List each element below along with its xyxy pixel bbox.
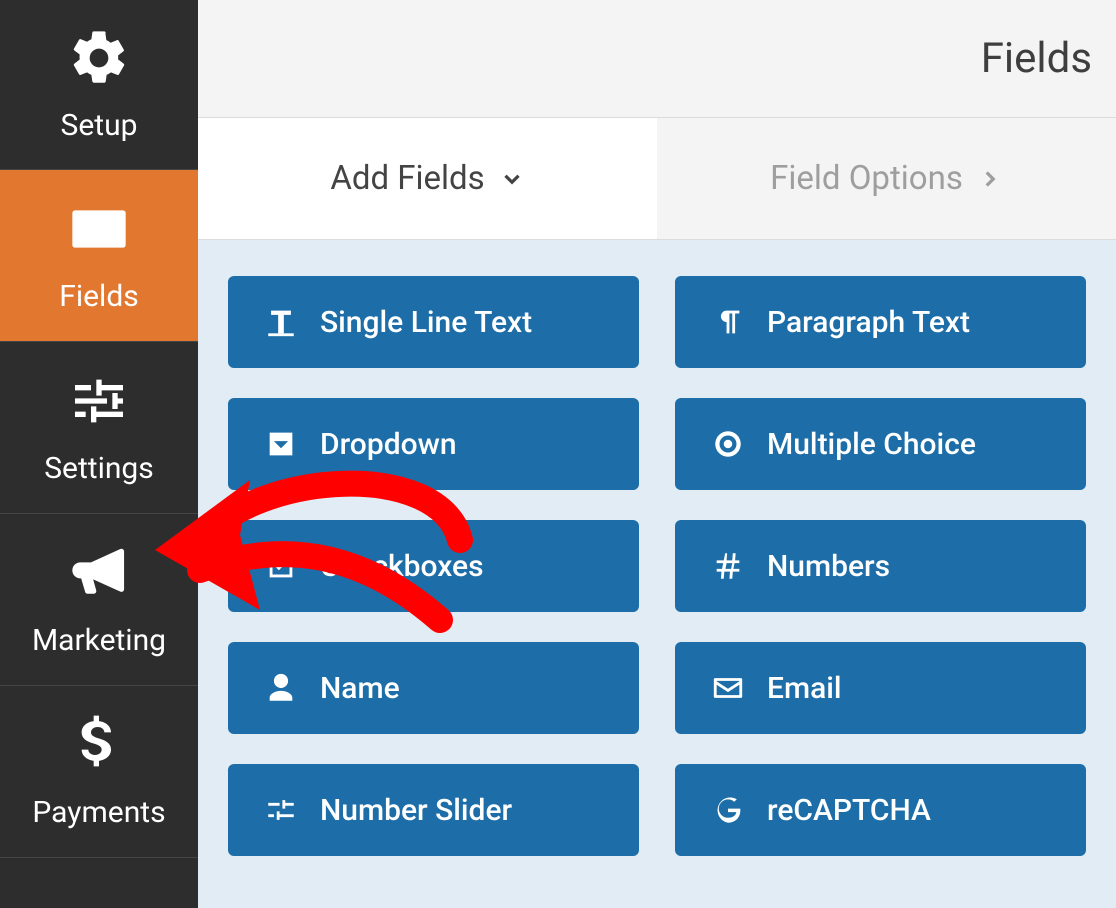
field-label: Paragraph Text bbox=[767, 305, 970, 340]
list-icon bbox=[67, 197, 131, 261]
sidebar-item-label: Setup bbox=[61, 108, 138, 143]
page-title: Fields bbox=[981, 34, 1092, 83]
sidebar-item-payments[interactable]: Payments bbox=[0, 686, 198, 858]
chevron-down-icon bbox=[499, 166, 525, 192]
field-label: Checkboxes bbox=[320, 549, 484, 584]
main-panel: Fields Add Fields Field Options Single L… bbox=[198, 0, 1116, 908]
field-label: Numbers bbox=[767, 549, 890, 584]
envelope-icon bbox=[711, 671, 745, 705]
tabs: Add Fields Field Options bbox=[198, 118, 1116, 240]
user-icon bbox=[264, 671, 298, 705]
field-email[interactable]: Email bbox=[675, 642, 1086, 734]
sidebar-item-label: Fields bbox=[59, 279, 138, 314]
chevron-right-icon bbox=[977, 166, 1003, 192]
caret-square-down-icon bbox=[264, 427, 298, 461]
tab-label: Field Options bbox=[770, 159, 963, 198]
field-dropdown[interactable]: Dropdown bbox=[228, 398, 639, 490]
field-single-line-text[interactable]: Single Line Text bbox=[228, 276, 639, 368]
field-checkboxes[interactable]: Checkboxes bbox=[228, 520, 639, 612]
text-input-icon bbox=[264, 305, 298, 339]
paragraph-icon bbox=[711, 305, 745, 339]
check-square-icon bbox=[264, 549, 298, 583]
sidebar-item-settings[interactable]: Settings bbox=[0, 342, 198, 514]
field-label: Single Line Text bbox=[320, 305, 532, 340]
field-label: Dropdown bbox=[320, 427, 457, 462]
sidebar-item-setup[interactable]: Setup bbox=[0, 0, 198, 170]
field-recaptcha[interactable]: reCAPTCHA bbox=[675, 764, 1086, 856]
sidebar-item-marketing[interactable]: Marketing bbox=[0, 514, 198, 686]
field-label: Multiple Choice bbox=[767, 427, 976, 462]
gear-icon bbox=[67, 26, 131, 90]
dollar-icon bbox=[67, 713, 131, 777]
sidebar-item-fields[interactable]: Fields bbox=[0, 170, 198, 342]
sidebar-item-label: Marketing bbox=[32, 623, 166, 658]
field-label: Name bbox=[320, 671, 400, 706]
field-label: Email bbox=[767, 671, 842, 706]
field-paragraph-text[interactable]: Paragraph Text bbox=[675, 276, 1086, 368]
field-number-slider[interactable]: Number Slider bbox=[228, 764, 639, 856]
tab-label: Add Fields bbox=[330, 159, 484, 198]
tab-add-fields[interactable]: Add Fields bbox=[198, 118, 657, 239]
panel-header: Fields bbox=[198, 0, 1116, 118]
field-name[interactable]: Name bbox=[228, 642, 639, 734]
fields-area: Single Line Text Paragraph Text Dropdown… bbox=[198, 240, 1116, 908]
field-label: Number Slider bbox=[320, 793, 512, 828]
field-label: reCAPTCHA bbox=[767, 793, 931, 828]
sidebar: Setup Fields Settings Marketing Payments bbox=[0, 0, 198, 908]
google-g-icon bbox=[711, 793, 745, 827]
sliders-horizontal-icon bbox=[264, 793, 298, 827]
bullhorn-icon bbox=[67, 541, 131, 605]
sidebar-item-label: Settings bbox=[44, 451, 154, 486]
sidebar-item-label: Payments bbox=[32, 795, 165, 830]
radio-icon bbox=[711, 427, 745, 461]
fields-grid: Single Line Text Paragraph Text Dropdown… bbox=[228, 276, 1086, 856]
tab-field-options[interactable]: Field Options bbox=[657, 118, 1116, 239]
hashtag-icon bbox=[711, 549, 745, 583]
field-multiple-choice[interactable]: Multiple Choice bbox=[675, 398, 1086, 490]
sliders-icon bbox=[67, 369, 131, 433]
field-numbers[interactable]: Numbers bbox=[675, 520, 1086, 612]
